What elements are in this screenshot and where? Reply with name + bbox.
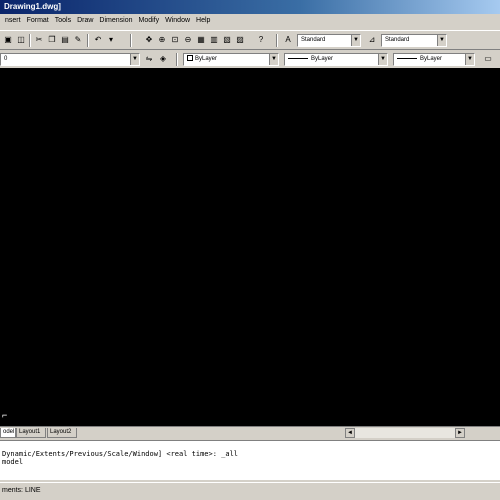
command-history-line: Dynamic/Extents/Previous/Scale/Window] <… [2, 450, 239, 458]
chevron-down-icon: ▼ [437, 35, 446, 46]
toolbar-separator [29, 34, 31, 47]
menu-format[interactable]: Format [24, 14, 52, 28]
menu-draw[interactable]: Draw [74, 14, 96, 28]
text-style-value: Standard [301, 37, 326, 43]
menu-window[interactable]: Window [162, 14, 193, 28]
properties-toolbar: 0 ▼ ⇋ ◈ ByLayer ▼ ByLayer ▼ ByLayer ▼ ▭ [0, 51, 500, 68]
text-style-dropdown[interactable]: Standard ▼ [297, 34, 361, 47]
layer-previous-icon[interactable]: ◈ [157, 53, 169, 65]
chevron-down-icon: ▼ [269, 54, 278, 65]
sheet-set-icon[interactable]: ▨ [234, 34, 246, 46]
plot-style-icon[interactable]: ▭ [482, 53, 494, 65]
copy-icon[interactable]: ❐ [46, 34, 58, 46]
tab-model[interactable]: odel [0, 428, 16, 438]
standard-toolbar: ▣ ◫ ✂ ❐ ▤ ✎ ↶ ▾ ✥ ⊕ ⊡ ⊖ ▦ ▥ ▧ ▨ ? A Stan… [0, 30, 500, 50]
zoom-window-icon[interactable]: ⊡ [169, 34, 181, 46]
color-dropdown[interactable]: ByLayer ▼ [183, 53, 279, 66]
window-title: Drawing1.dwg] [4, 2, 61, 11]
toolbar-separator [276, 34, 278, 47]
menu-insert[interactable]: nsert [2, 14, 24, 28]
command-window[interactable]: Dynamic/Extents/Previous/Scale/Window] <… [0, 440, 500, 480]
tool-palettes-icon[interactable]: ▧ [221, 34, 233, 46]
lineweight-swatch [397, 57, 417, 59]
tab-layout2[interactable]: Layout2 [47, 428, 77, 438]
design-center-icon[interactable]: ▥ [208, 34, 220, 46]
color-swatch [187, 55, 193, 62]
properties-icon[interactable]: ▦ [195, 34, 207, 46]
horizontal-scrollbar[interactable]: ◄ ► [345, 428, 465, 438]
text-style-icon[interactable]: A [282, 34, 294, 46]
menu-tools[interactable]: Tools [52, 14, 74, 28]
layer-value: 0 [4, 56, 8, 62]
lineweight-value: ByLayer [420, 56, 443, 62]
chevron-down-icon: ▼ [130, 54, 139, 65]
match-properties-icon[interactable]: ✎ [72, 34, 84, 46]
dim-style-dropdown[interactable]: Standard ▼ [381, 34, 447, 47]
layer-dropdown[interactable]: 0 ▼ [0, 53, 140, 66]
menu-dimension[interactable]: Dimension [96, 14, 135, 28]
lineweight-dropdown[interactable]: ByLayer ▼ [393, 53, 475, 66]
dim-style-value: Standard [385, 37, 410, 43]
menu-modify[interactable]: Modify [136, 14, 163, 28]
print-preview-icon[interactable]: ◫ [15, 34, 27, 46]
status-bar: ments: LINE [0, 482, 500, 500]
scroll-left-icon[interactable]: ◄ [345, 428, 355, 438]
ucs-icon: ⌐ [2, 410, 8, 420]
toolbar-separator [130, 34, 132, 47]
tab-layout1[interactable]: Layout1 [16, 428, 46, 438]
command-history-line: model [2, 458, 24, 466]
drawing-canvas[interactable]: ⌐ [0, 68, 500, 426]
paste-icon[interactable]: ▤ [59, 34, 71, 46]
title-bar: Drawing1.dwg] [0, 0, 500, 14]
toolbar-separator [87, 34, 89, 47]
chevron-down-icon: ▼ [378, 54, 387, 65]
dim-style-icon[interactable]: ⊿ [366, 34, 378, 46]
undo-icon[interactable]: ↶ [92, 34, 104, 46]
menu-bar: nsert Format Tools Draw Dimension Modify… [0, 14, 500, 28]
make-current-layer-icon[interactable]: ⇋ [143, 53, 155, 65]
zoom-previous-icon[interactable]: ⊖ [182, 34, 194, 46]
linetype-swatch [288, 57, 308, 59]
menu-help[interactable]: Help [193, 14, 213, 28]
cut-icon[interactable]: ✂ [33, 34, 45, 46]
linetype-dropdown[interactable]: ByLayer ▼ [284, 53, 388, 66]
chevron-down-icon: ▼ [465, 54, 474, 65]
pan-icon[interactable]: ✥ [143, 34, 155, 46]
chevron-down-icon: ▼ [351, 35, 360, 46]
print-icon[interactable]: ▣ [2, 34, 14, 46]
status-text: ments: LINE [2, 487, 41, 494]
zoom-realtime-icon[interactable]: ⊕ [156, 34, 168, 46]
help-icon[interactable]: ? [255, 34, 267, 46]
scroll-right-icon[interactable]: ► [455, 428, 465, 438]
layout-tab-bar: odel Layout1 Layout2 ◄ ► [0, 426, 500, 439]
color-value: ByLayer [195, 56, 218, 62]
linetype-value: ByLayer [311, 56, 334, 62]
toolbar-separator [176, 53, 178, 66]
redo-dropdown-icon[interactable]: ▾ [105, 34, 117, 46]
